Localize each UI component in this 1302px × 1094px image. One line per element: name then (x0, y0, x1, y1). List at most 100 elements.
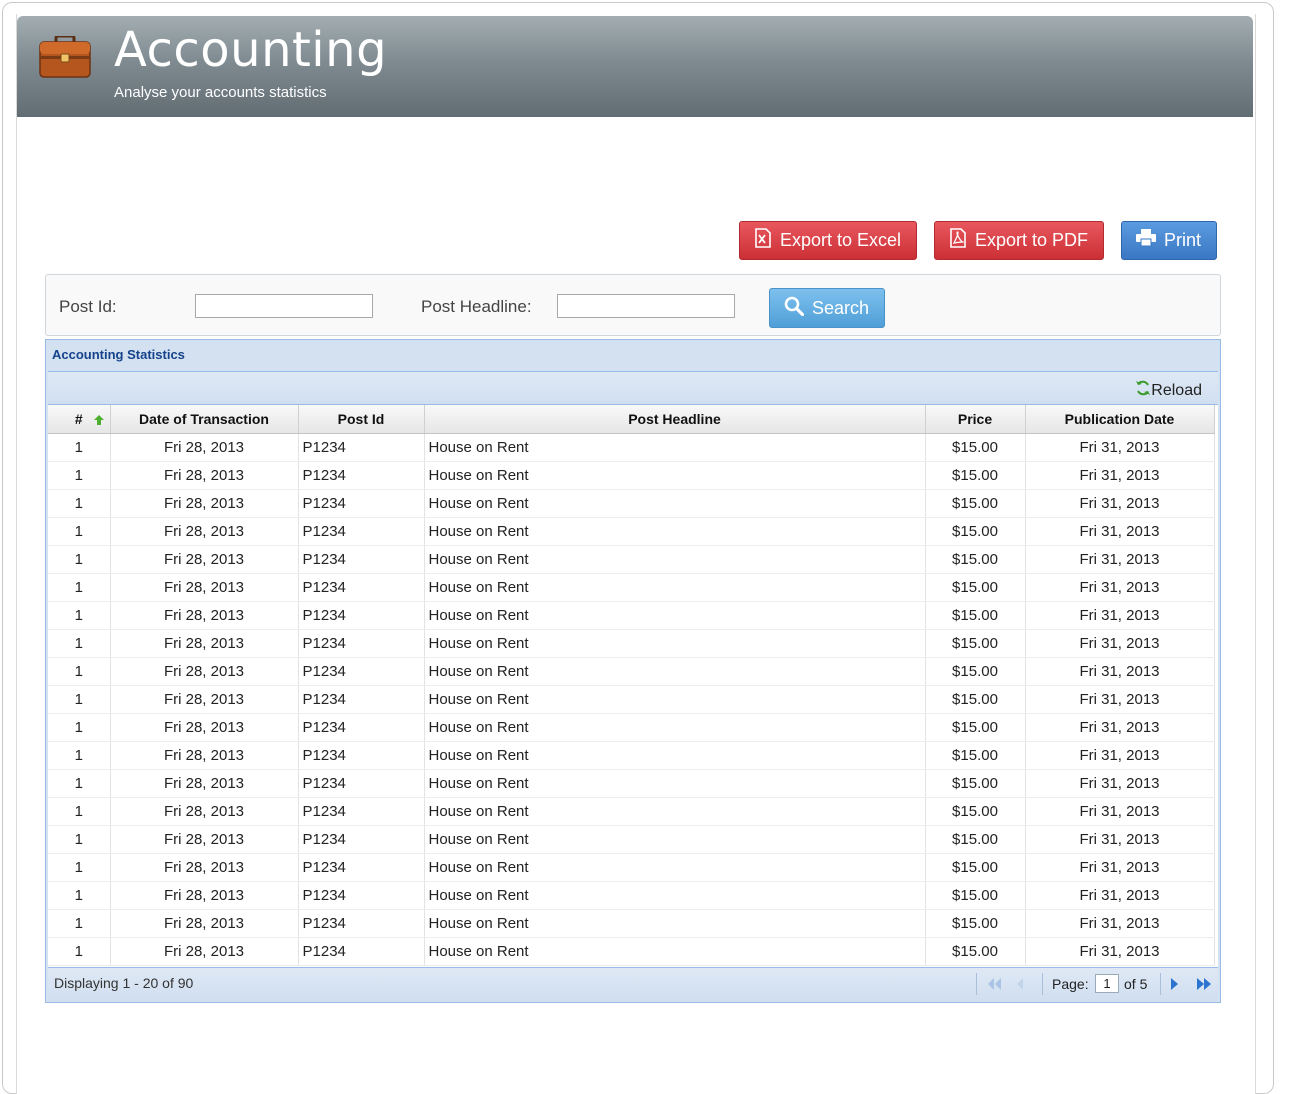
table-header-row: # Date of Transaction Post Id Post Headl… (48, 405, 1215, 434)
column-header-post-headline[interactable]: Post Headline (424, 405, 926, 434)
table-row[interactable]: 1 Fri 28, 2013 P1234 House on Rent $15.00 Fri… (48, 489, 1215, 518)
pagination-bar: Displaying 1 - 20 of 90 Page: 1 of 5 (48, 967, 1218, 1001)
printer-icon (1136, 229, 1164, 252)
table-row[interactable]: 1 Fri 28, 2013 P1234 House on Rent $15.00 Fri… (48, 825, 1215, 854)
price-cell: $15.00 (925, 657, 1026, 686)
price-cell: $15.00 (925, 517, 1026, 546)
post-id-label: Post Id: (59, 297, 117, 316)
next-page-icon[interactable] (1170, 976, 1180, 997)
post-headline-cell: House on Rent (424, 741, 926, 770)
transaction-date-cell: Fri 28, 2013 (110, 685, 299, 714)
post-id-cell: P1234 (298, 741, 425, 770)
row-number-cell: 1 (48, 517, 111, 546)
table-row[interactable]: 1 Fri 28, 2013 P1234 House on Rent $15.00 Fri… (48, 433, 1215, 462)
post-id-cell: P1234 (298, 797, 425, 826)
accounting-grid: Accounting Statistics Reload # Date of T… (45, 339, 1221, 1003)
search-button[interactable]: Search (769, 288, 885, 328)
price-cell: $15.00 (925, 909, 1026, 938)
post-headline-cell: House on Rent (424, 853, 926, 882)
table-row[interactable]: 1 Fri 28, 2013 P1234 House on Rent $15.00 Fri… (48, 797, 1215, 826)
table-row[interactable]: 1 Fri 28, 2013 P1234 House on Rent $15.00 Fri… (48, 937, 1215, 966)
table-row[interactable]: 1 Fri 28, 2013 P1234 House on Rent $15.00 Fri… (48, 909, 1215, 938)
post-headline-cell: House on Rent (424, 545, 926, 574)
transaction-date-cell: Fri 28, 2013 (110, 825, 299, 854)
column-header-price[interactable]: Price (925, 405, 1026, 434)
row-number-cell: 1 (48, 769, 111, 798)
table-row[interactable]: 1 Fri 28, 2013 P1234 House on Rent $15.00 Fri… (48, 629, 1215, 658)
row-number-cell: 1 (48, 797, 111, 826)
table-row[interactable]: 1 Fri 28, 2013 P1234 House on Rent $15.00 Fri… (48, 881, 1215, 910)
table-row[interactable]: 1 Fri 28, 2013 P1234 House on Rent $15.00 Fri… (48, 517, 1215, 546)
grid-title: Accounting Statistics (52, 347, 185, 362)
table-row[interactable]: 1 Fri 28, 2013 P1234 House on Rent $15.00 Fri… (48, 545, 1215, 574)
transaction-date-cell: Fri 28, 2013 (110, 489, 299, 518)
export-pdf-button[interactable]: Export to PDF (934, 221, 1104, 260)
reload-label: Reload (1151, 381, 1202, 399)
pager-separator (976, 973, 977, 995)
filter-bar: Post Id: Post Headline: Search (45, 274, 1221, 336)
page-title: Accounting (114, 22, 388, 78)
transaction-date-cell: Fri 28, 2013 (110, 713, 299, 742)
row-number-cell: 1 (48, 881, 111, 910)
publication-date-cell: Fri 31, 2013 (1025, 881, 1215, 910)
post-id-cell: P1234 (298, 573, 425, 602)
column-header-date-of-transaction[interactable]: Date of Transaction (110, 405, 299, 434)
post-headline-cell: House on Rent (424, 517, 926, 546)
post-headline-cell: House on Rent (424, 769, 926, 798)
table-row[interactable]: 1 Fri 28, 2013 P1234 House on Rent $15.00 Fri… (48, 657, 1215, 686)
post-headline-cell: House on Rent (424, 937, 926, 966)
price-cell: $15.00 (925, 937, 1026, 966)
table-row[interactable]: 1 Fri 28, 2013 P1234 House on Rent $15.00 Fri… (48, 685, 1215, 714)
export-excel-label: Export to Excel (780, 230, 902, 250)
post-headline-cell: House on Rent (424, 713, 926, 742)
table-row[interactable]: 1 Fri 28, 2013 P1234 House on Rent $15.00 Fri… (48, 741, 1215, 770)
post-headline-cell: House on Rent (424, 685, 926, 714)
post-id-cell: P1234 (298, 657, 425, 686)
row-number-cell: 1 (48, 461, 111, 490)
row-number-cell: 1 (48, 853, 111, 882)
column-header-number[interactable]: # (48, 405, 111, 434)
table-row[interactable]: 1 Fri 28, 2013 P1234 House on Rent $15.00 Fri… (48, 769, 1215, 798)
post-headline-cell: House on Rent (424, 461, 926, 490)
price-cell: $15.00 (925, 489, 1026, 518)
post-headline-cell: House on Rent (424, 489, 926, 518)
transaction-date-cell: Fri 28, 2013 (110, 433, 299, 462)
post-id-cell: P1234 (298, 461, 425, 490)
page-number-input[interactable]: 1 (1095, 974, 1119, 993)
print-button[interactable]: Print (1121, 221, 1217, 260)
post-id-input[interactable] (195, 294, 373, 318)
post-id-cell: P1234 (298, 489, 425, 518)
price-cell: $15.00 (925, 601, 1026, 630)
publication-date-cell: Fri 31, 2013 (1025, 741, 1215, 770)
column-header-publication-date[interactable]: Publication Date (1025, 405, 1215, 434)
table-row[interactable]: 1 Fri 28, 2013 P1234 House on Rent $15.00 Fri… (48, 601, 1215, 630)
post-id-cell: P1234 (298, 433, 425, 462)
briefcase-icon (39, 34, 91, 83)
export-excel-button[interactable]: Export to Excel (739, 221, 917, 260)
post-headline-cell: House on Rent (424, 797, 926, 826)
print-label: Print (1164, 230, 1202, 250)
publication-date-cell: Fri 31, 2013 (1025, 545, 1215, 574)
publication-date-cell: Fri 31, 2013 (1025, 909, 1215, 938)
transaction-date-cell: Fri 28, 2013 (110, 853, 299, 882)
post-id-cell: P1234 (298, 825, 425, 854)
last-page-icon[interactable] (1196, 976, 1212, 997)
row-number-cell: 1 (48, 825, 111, 854)
price-cell: $15.00 (925, 853, 1026, 882)
reload-button[interactable]: Reload (1135, 380, 1202, 401)
data-table: # Date of Transaction Post Id Post Headl… (48, 405, 1215, 966)
post-headline-input[interactable] (557, 294, 735, 318)
previous-page-icon[interactable] (1014, 976, 1024, 997)
table-row[interactable]: 1 Fri 28, 2013 P1234 House on Rent $15.00 Fri… (48, 713, 1215, 742)
table-row[interactable]: 1 Fri 28, 2013 P1234 House on Rent $15.00 Fri… (48, 573, 1215, 602)
first-page-icon[interactable] (986, 976, 1002, 997)
publication-date-cell: Fri 31, 2013 (1025, 433, 1215, 462)
table-row[interactable]: 1 Fri 28, 2013 P1234 House on Rent $15.00 Fri… (48, 853, 1215, 882)
post-id-cell: P1234 (298, 545, 425, 574)
column-header-post-id[interactable]: Post Id (298, 405, 425, 434)
table-row[interactable]: 1 Fri 28, 2013 P1234 House on Rent $15.00 Fri… (48, 461, 1215, 490)
post-id-cell: P1234 (298, 937, 425, 966)
post-headline-cell: House on Rent (424, 433, 926, 462)
price-cell: $15.00 (925, 629, 1026, 658)
publication-date-cell: Fri 31, 2013 (1025, 601, 1215, 630)
